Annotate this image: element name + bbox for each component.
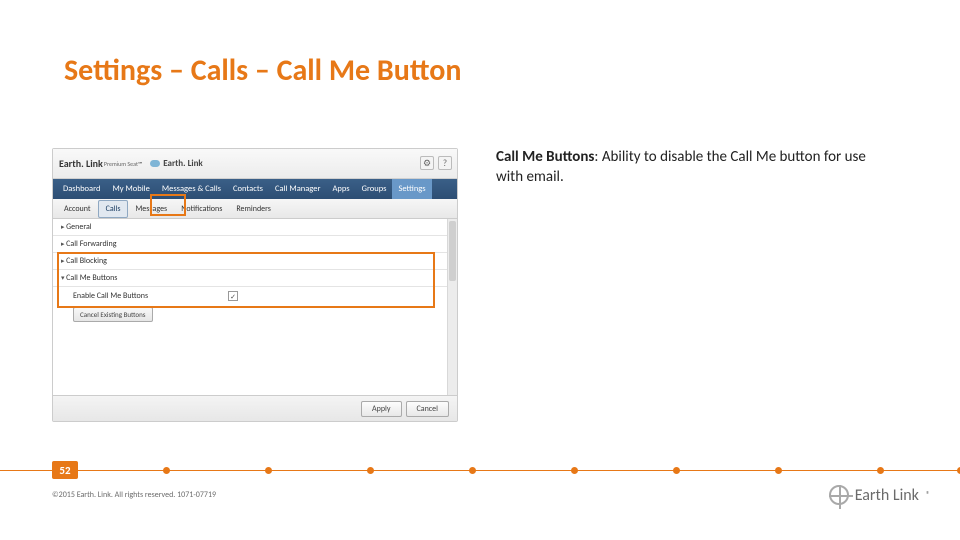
description-bold: Call Me Buttons: [496, 148, 594, 166]
brand-sup: ℠: [138, 160, 142, 168]
primary-nav: DashboardMy MobileMessages & CallsContac…: [53, 179, 457, 199]
nav2-item[interactable]: Account: [57, 201, 98, 217]
footer-dot: [877, 467, 884, 474]
footer-dot: [469, 467, 476, 474]
nav2-item[interactable]: Reminders: [229, 201, 278, 217]
brand-sub: Earth. Link: [163, 158, 202, 169]
nav2-item[interactable]: Notifications: [174, 201, 229, 217]
footer-brand: Earth Link: [855, 486, 919, 505]
cancel-button[interactable]: Cancel: [406, 401, 450, 417]
nav1-item[interactable]: Call Manager: [269, 179, 326, 199]
section-call-blocking[interactable]: Call Blocking: [53, 253, 447, 270]
footer-dot: [265, 467, 272, 474]
section-general[interactable]: General: [53, 219, 447, 236]
scrollbar[interactable]: [447, 219, 457, 395]
page-title: Settings – Calls – Call Me Button: [64, 52, 461, 89]
header-icons: ⚙ ?: [420, 156, 452, 170]
registered-mark: ®: [926, 490, 930, 500]
content-inner: General Call Forwarding Call Blocking Ca…: [53, 219, 447, 395]
nav1-item[interactable]: Settings: [392, 179, 431, 199]
footer-dots: [0, 466, 960, 476]
app-screenshot: Earth. Link Premium Seat ℠ Earth. Link ⚙…: [52, 148, 458, 422]
globe-icon: [829, 485, 849, 505]
enable-checkbox[interactable]: ✓: [228, 291, 238, 301]
nav1-item[interactable]: Messages & Calls: [156, 179, 227, 199]
cancel-existing-button[interactable]: Cancel Existing Buttons: [73, 307, 153, 322]
section-call-me-body: Enable Call Me Buttons ✓ Cancel Existing…: [53, 287, 447, 334]
app-footer: Apply Cancel: [53, 395, 457, 421]
section-call-me-buttons[interactable]: Call Me Buttons: [53, 270, 447, 287]
help-icon[interactable]: ?: [438, 156, 452, 170]
footer-dot: [673, 467, 680, 474]
section-call-forwarding[interactable]: Call Forwarding: [53, 236, 447, 253]
secondary-nav: AccountCallsMessagesNotificationsReminde…: [53, 199, 457, 219]
content-pane: General Call Forwarding Call Blocking Ca…: [53, 219, 457, 421]
nav1-item[interactable]: Contacts: [227, 179, 269, 199]
gear-icon[interactable]: ⚙: [420, 156, 434, 170]
footer-dot: [163, 467, 170, 474]
nav2-item[interactable]: Messages: [128, 201, 174, 217]
cloud-icon: [150, 160, 160, 167]
brand-tag: Premium Seat: [104, 160, 138, 168]
apply-button[interactable]: Apply: [361, 401, 402, 417]
footer-dot: [367, 467, 374, 474]
footer-dot: [775, 467, 782, 474]
nav1-item[interactable]: Groups: [356, 179, 393, 199]
nav2-item[interactable]: Calls: [98, 200, 129, 218]
scrollbar-thumb[interactable]: [449, 221, 456, 281]
description: Call Me Buttons: Ability to disable the …: [496, 148, 896, 187]
enable-row: Enable Call Me Buttons ✓: [73, 291, 427, 301]
enable-label: Enable Call Me Buttons: [73, 291, 148, 301]
app-header: Earth. Link Premium Seat ℠ Earth. Link ⚙…: [53, 149, 457, 179]
copyright: ©2015 Earth. Link. All rights reserved. …: [52, 490, 216, 500]
brand-main: Earth. Link: [59, 157, 103, 170]
footer-logo: Earth Link ®: [829, 485, 930, 505]
footer-dot: [571, 467, 578, 474]
nav1-item[interactable]: Dashboard: [57, 179, 106, 199]
nav1-item[interactable]: Apps: [326, 179, 355, 199]
page-number-badge: 52: [52, 461, 78, 479]
nav1-item[interactable]: My Mobile: [106, 179, 155, 199]
slide: Settings – Calls – Call Me Button Call M…: [0, 0, 960, 540]
